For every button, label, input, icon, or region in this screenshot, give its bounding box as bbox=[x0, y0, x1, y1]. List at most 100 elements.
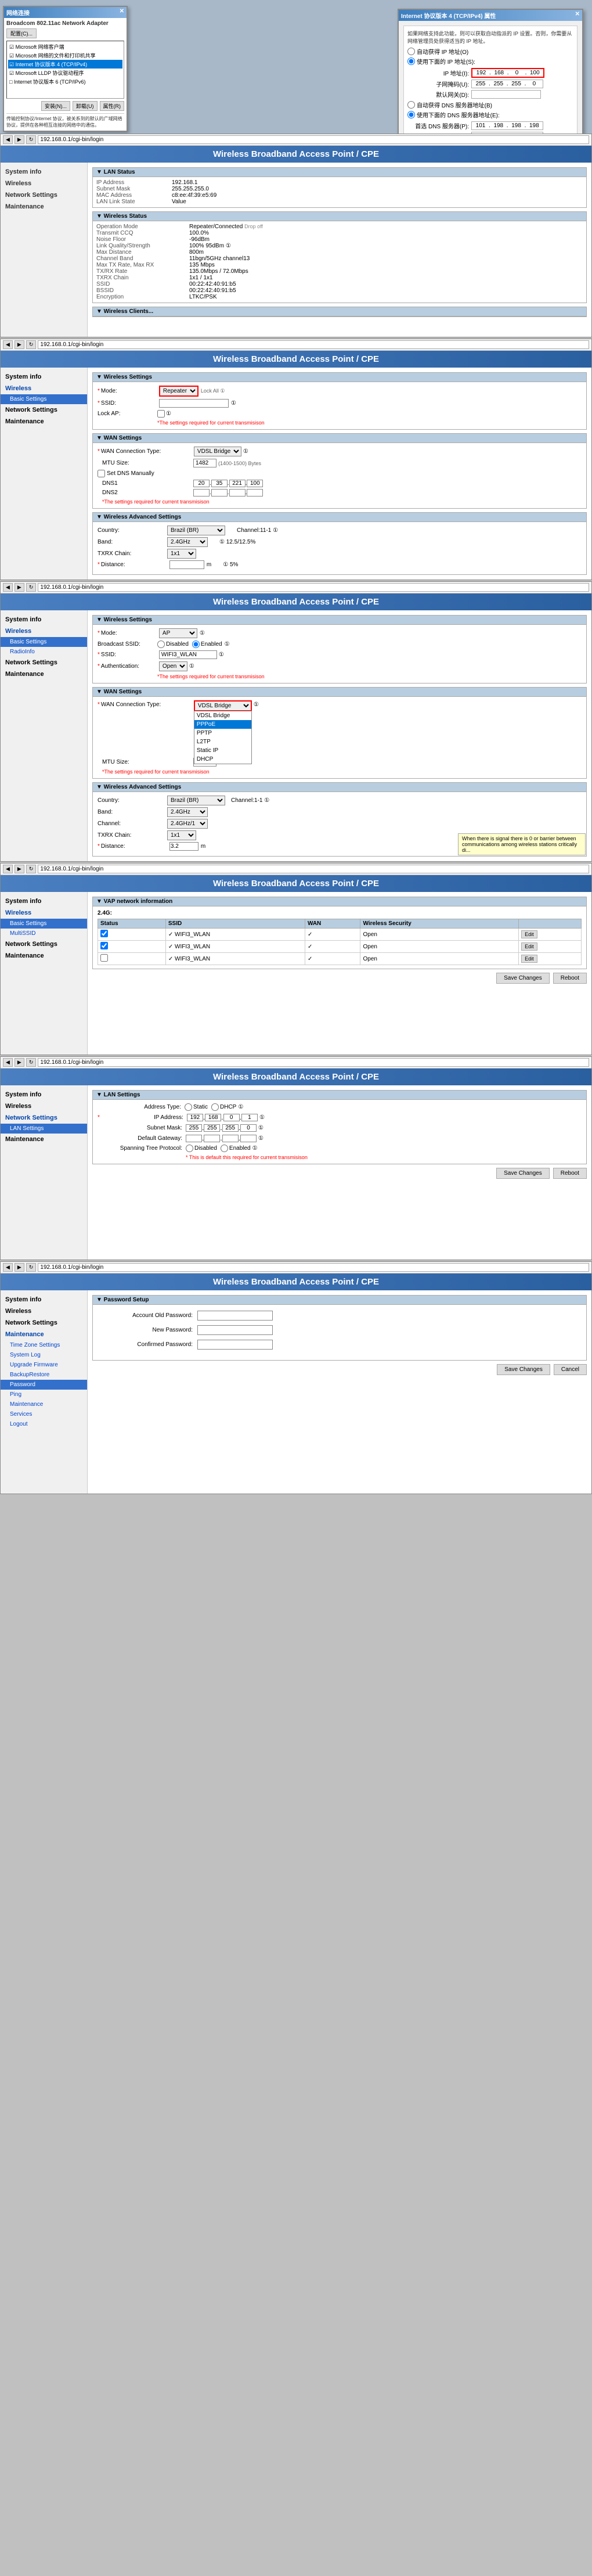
subnet-octet-4[interactable] bbox=[526, 81, 542, 87]
sidebar-network-5[interactable]: Network Settings bbox=[1, 938, 87, 950]
sidebar-backup-7[interactable]: BackupRestore bbox=[1, 1370, 87, 1380]
sidebar-multissid-5[interactable]: MultiSSID bbox=[1, 929, 87, 938]
sidebar-wireless-6[interactable]: Wireless bbox=[1, 1100, 87, 1112]
forward-btn[interactable]: ▶ bbox=[15, 135, 24, 144]
url-input-6[interactable] bbox=[38, 1058, 589, 1067]
sidebar-network-4[interactable]: Network Settings bbox=[1, 657, 87, 668]
country-select-4[interactable]: Brazil (BR) bbox=[167, 796, 225, 805]
sidebar-logout-7[interactable]: Logout bbox=[1, 1419, 87, 1429]
refresh-btn-6[interactable]: ↻ bbox=[26, 1058, 37, 1067]
refresh-btn-7[interactable]: ↻ bbox=[26, 1263, 37, 1272]
url-input-7[interactable] bbox=[38, 1263, 589, 1272]
wan-type-select-4[interactable]: VDSL Bridge bbox=[194, 700, 252, 711]
dns1-4[interactable] bbox=[247, 480, 263, 487]
txrx-select-3[interactable]: 1x1 bbox=[167, 549, 196, 559]
window-close[interactable]: ✕ bbox=[120, 8, 124, 17]
band-select-4[interactable]: 2.4GHz bbox=[167, 807, 208, 817]
pdns-1[interactable] bbox=[472, 123, 489, 129]
adapter-item[interactable]: □ Internet 协议版本 6 (TCP/IPv6) bbox=[8, 77, 122, 86]
old-password-input[interactable] bbox=[197, 1311, 273, 1321]
refresh-btn-3[interactable]: ↻ bbox=[26, 340, 37, 349]
url-input-2[interactable] bbox=[38, 135, 589, 144]
lan-gw-4[interactable] bbox=[240, 1135, 257, 1142]
sidebar-wireless-7[interactable]: Wireless bbox=[1, 1305, 87, 1317]
adns-4[interactable] bbox=[526, 133, 542, 134]
lan-sub-1[interactable] bbox=[186, 1124, 202, 1132]
set-dns-checkbox[interactable] bbox=[98, 470, 105, 477]
pdns-3[interactable] bbox=[508, 123, 525, 129]
lan-ip-4[interactable] bbox=[241, 1114, 258, 1121]
sidebar-lan-settings-6[interactable]: LAN Settings bbox=[1, 1124, 87, 1134]
mode-select-4[interactable]: AP Repeater bbox=[159, 628, 197, 638]
manual-ip-radio[interactable]: 使用下面的 IP 地址(S): bbox=[407, 57, 573, 66]
sidebar-timezone-7[interactable]: Time Zone Settings bbox=[1, 1340, 87, 1350]
adns-3[interactable] bbox=[508, 133, 525, 134]
sidebar-wireless[interactable]: Wireless bbox=[1, 178, 87, 189]
band-select-3[interactable]: 2.4GHz bbox=[167, 537, 208, 547]
new-password-input[interactable] bbox=[197, 1325, 273, 1335]
lan-ip-3[interactable] bbox=[223, 1114, 240, 1121]
url-input-3[interactable] bbox=[38, 340, 589, 349]
uninstall-btn[interactable]: 卸载(U) bbox=[73, 101, 98, 111]
refresh-btn[interactable]: ↻ bbox=[26, 135, 37, 144]
sidebar-firmware-7[interactable]: Upgrade Firmware bbox=[1, 1360, 87, 1370]
lan-ip-2[interactable] bbox=[205, 1114, 221, 1121]
back-btn-4[interactable]: ◀ bbox=[3, 583, 13, 592]
sidebar-ping-7[interactable]: Ping bbox=[1, 1390, 87, 1399]
sidebar-basic-settings-3[interactable]: Basic Settings bbox=[1, 394, 87, 404]
back-btn-5[interactable]: ◀ bbox=[3, 865, 13, 873]
sidebar-radioinfo-4[interactable]: RadioInfo bbox=[1, 647, 87, 657]
sidebar-maintenance-sub-7[interactable]: Maintenance bbox=[1, 1399, 87, 1409]
dns1-3[interactable] bbox=[229, 480, 246, 487]
save-changes-btn-7[interactable]: Save Changes bbox=[497, 1364, 550, 1375]
back-btn[interactable]: ◀ bbox=[3, 135, 13, 144]
subnet-octet-1[interactable] bbox=[472, 81, 489, 87]
lockap-checkbox-3[interactable] bbox=[157, 410, 165, 418]
auto-dns-radio[interactable]: 自动获得 DNS 服务器地址(B) bbox=[407, 100, 573, 109]
sidebar-system-4[interactable]: System info bbox=[1, 614, 87, 625]
dropdown-option-static[interactable]: Static IP bbox=[194, 746, 251, 755]
edit-btn-1[interactable]: Edit bbox=[521, 930, 537, 938]
subnet-octet-3[interactable] bbox=[508, 81, 525, 87]
sidebar-network-settings[interactable]: Network Settings bbox=[1, 189, 87, 201]
adapter-item-selected[interactable]: ☑ Internet 协议版本 4 (TCP/IPv4) bbox=[8, 60, 122, 69]
forward-btn-3[interactable]: ▶ bbox=[15, 340, 24, 349]
forward-btn-5[interactable]: ▶ bbox=[15, 865, 24, 873]
dropdown-option-pppoe[interactable]: PPPoE bbox=[194, 720, 251, 729]
ip-octet-4[interactable] bbox=[526, 70, 543, 76]
ssid-input-4[interactable] bbox=[159, 650, 217, 659]
sidebar-wireless-3[interactable]: Wireless bbox=[1, 383, 87, 394]
adapter-item[interactable]: ☑ Microsoft 网络的文件和打印机共享 bbox=[8, 51, 122, 60]
auth-select-4[interactable]: Open bbox=[159, 661, 187, 671]
distance-input-4[interactable] bbox=[169, 842, 198, 851]
cancel-btn-7[interactable]: Cancel bbox=[554, 1364, 587, 1375]
sidebar-basic-settings-4[interactable]: Basic Settings bbox=[1, 637, 87, 647]
sidebar-maintenance-7[interactable]: Maintenance bbox=[1, 1329, 87, 1340]
save-changes-btn-5[interactable]: Save Changes bbox=[496, 973, 550, 984]
sidebar-maintenance-5[interactable]: Maintenance bbox=[1, 950, 87, 962]
dropdown-option-dhcp[interactable]: DHCP bbox=[194, 755, 251, 764]
properties-btn[interactable]: 属性(R) bbox=[100, 101, 125, 111]
distance-input-3[interactable] bbox=[169, 560, 204, 569]
back-btn-3[interactable]: ◀ bbox=[3, 340, 13, 349]
dns2-3[interactable] bbox=[229, 489, 246, 497]
refresh-btn-4[interactable]: ↻ bbox=[26, 583, 37, 592]
configure-btn[interactable]: 配置(C)... bbox=[6, 28, 37, 38]
sidebar-network-6[interactable]: Network Settings bbox=[1, 1112, 87, 1124]
sidebar-basic-5[interactable]: Basic Settings bbox=[1, 919, 87, 929]
subnet-octet-2[interactable] bbox=[490, 81, 507, 87]
sidebar-network-7[interactable]: Network Settings bbox=[1, 1317, 87, 1329]
adapter-item[interactable]: ☑ Microsoft 网络客户端 bbox=[8, 42, 122, 51]
forward-btn-7[interactable]: ▶ bbox=[15, 1263, 24, 1272]
mtu-input-3[interactable] bbox=[193, 459, 216, 467]
forward-btn-6[interactable]: ▶ bbox=[15, 1058, 24, 1067]
save-changes-btn-6[interactable]: Save Changes bbox=[496, 1168, 550, 1179]
ssid-input-3[interactable] bbox=[159, 399, 229, 408]
lan-sub-3[interactable] bbox=[222, 1124, 239, 1132]
sidebar-syslog-7[interactable]: System Log bbox=[1, 1350, 87, 1360]
dns1-2[interactable] bbox=[211, 480, 228, 487]
sidebar-password-7[interactable]: Password bbox=[1, 1380, 87, 1390]
ip-octet-3[interactable] bbox=[509, 70, 525, 76]
sidebar-wireless-5[interactable]: Wireless bbox=[1, 907, 87, 919]
install-btn[interactable]: 安装(N)... bbox=[41, 101, 70, 111]
